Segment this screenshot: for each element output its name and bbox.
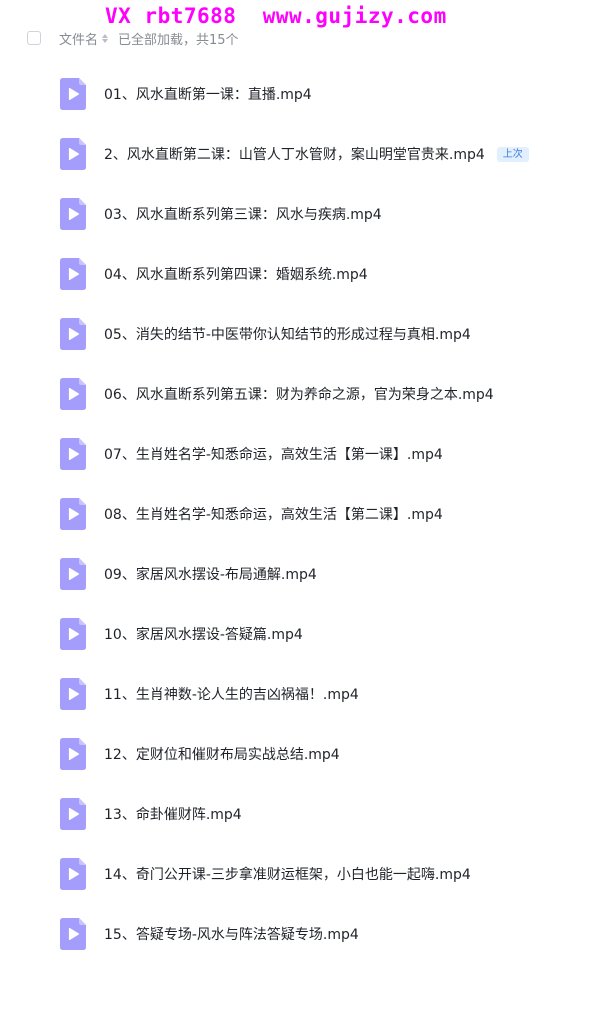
file-name: 15、答疑专场-风水与阵法答疑专场.mp4 bbox=[104, 927, 359, 943]
video-file-icon bbox=[60, 258, 86, 290]
file-name: 09、家居风水摆设-布局通解.mp4 bbox=[104, 567, 317, 583]
file-row[interactable]: 01、风水直断第一课：直播.mp4 bbox=[0, 64, 590, 124]
watermark-text: VX rbt7688 www.gujizy.com bbox=[105, 4, 447, 28]
video-file-icon bbox=[60, 438, 86, 470]
file-name: 11、生肖神数-论人生的吉凶祸福！.mp4 bbox=[104, 687, 359, 703]
video-file-icon bbox=[60, 558, 86, 590]
file-row[interactable]: 06、风水直断系列第五课：财为养命之源，官为荣身之本.mp4 bbox=[0, 364, 590, 424]
file-row[interactable]: 09、家居风水摆设-布局通解.mp4 bbox=[0, 544, 590, 604]
file-row[interactable]: 03、风水直断系列第三课：风水与疾病.mp4 bbox=[0, 184, 590, 244]
file-row[interactable]: 05、消失的结节-中医带你认知结节的形成过程与真相.mp4 bbox=[0, 304, 590, 364]
file-row[interactable]: 14、奇门公开课-三步拿准财运框架，小白也能一起嗨.mp4 bbox=[0, 844, 590, 904]
file-row[interactable]: 08、生肖姓名学-知悉命运，高效生活【第二课】.mp4 bbox=[0, 484, 590, 544]
video-file-icon bbox=[60, 498, 86, 530]
last-viewed-badge: 上次 bbox=[496, 146, 529, 162]
file-row[interactable]: 2、风水直断第二课：山管人丁水管财，案山明堂官贵来.mp4 上次 bbox=[0, 124, 590, 184]
file-name: 04、风水直断系列第四课：婚姻系统.mp4 bbox=[104, 267, 368, 283]
file-name: 10、家居风水摆设-答疑篇.mp4 bbox=[104, 627, 303, 643]
sort-icon[interactable] bbox=[102, 32, 109, 44]
file-name: 13、命卦催财阵.mp4 bbox=[104, 807, 242, 823]
file-name: 14、奇门公开课-三步拿准财运框架，小白也能一起嗨.mp4 bbox=[104, 867, 471, 883]
file-row[interactable]: 13、命卦催财阵.mp4 bbox=[0, 784, 590, 844]
video-file-icon bbox=[60, 798, 86, 830]
file-row[interactable]: 11、生肖神数-论人生的吉凶祸福！.mp4 bbox=[0, 664, 590, 724]
video-file-icon bbox=[60, 918, 86, 950]
video-file-icon bbox=[60, 78, 86, 110]
file-row[interactable]: 04、风水直断系列第四课：婚姻系统.mp4 bbox=[0, 244, 590, 304]
list-header: 文件名 已全部加载，共15个 bbox=[27, 27, 239, 49]
video-file-icon bbox=[60, 318, 86, 350]
file-name: 2、风水直断第二课：山管人丁水管财，案山明堂官贵来.mp4 bbox=[104, 147, 485, 163]
file-name: 03、风水直断系列第三课：风水与疾病.mp4 bbox=[104, 207, 382, 223]
file-list: 01、风水直断第一课：直播.mp4 2、风水直断第二课：山管人丁水管财，案山明堂官… bbox=[0, 64, 590, 964]
video-file-icon bbox=[60, 198, 86, 230]
file-row[interactable]: 10、家居风水摆设-答疑篇.mp4 bbox=[0, 604, 590, 664]
filename-column-header[interactable]: 文件名 bbox=[59, 29, 98, 48]
file-name: 12、定财位和催财布局实战总结.mp4 bbox=[104, 747, 340, 763]
select-all-checkbox[interactable] bbox=[27, 31, 41, 45]
file-name: 08、生肖姓名学-知悉命运，高效生活【第二课】.mp4 bbox=[104, 507, 443, 523]
file-row[interactable]: 15、答疑专场-风水与阵法答疑专场.mp4 bbox=[0, 904, 590, 964]
file-name: 01、风水直断第一课：直播.mp4 bbox=[104, 87, 312, 103]
file-name: 07、生肖姓名学-知悉命运，高效生活【第一课】.mp4 bbox=[104, 447, 443, 463]
file-row[interactable]: 07、生肖姓名学-知悉命运，高效生活【第一课】.mp4 bbox=[0, 424, 590, 484]
load-status-text: 已全部加载，共15个 bbox=[118, 32, 239, 48]
video-file-icon bbox=[60, 378, 86, 410]
video-file-icon bbox=[60, 618, 86, 650]
video-file-icon bbox=[60, 858, 86, 890]
file-name: 06、风水直断系列第五课：财为养命之源，官为荣身之本.mp4 bbox=[104, 387, 494, 403]
file-row[interactable]: 12、定财位和催财布局实战总结.mp4 bbox=[0, 724, 590, 784]
video-file-icon bbox=[60, 678, 86, 710]
video-file-icon bbox=[60, 738, 86, 770]
file-name: 05、消失的结节-中医带你认知结节的形成过程与真相.mp4 bbox=[104, 327, 471, 343]
video-file-icon bbox=[60, 138, 86, 170]
